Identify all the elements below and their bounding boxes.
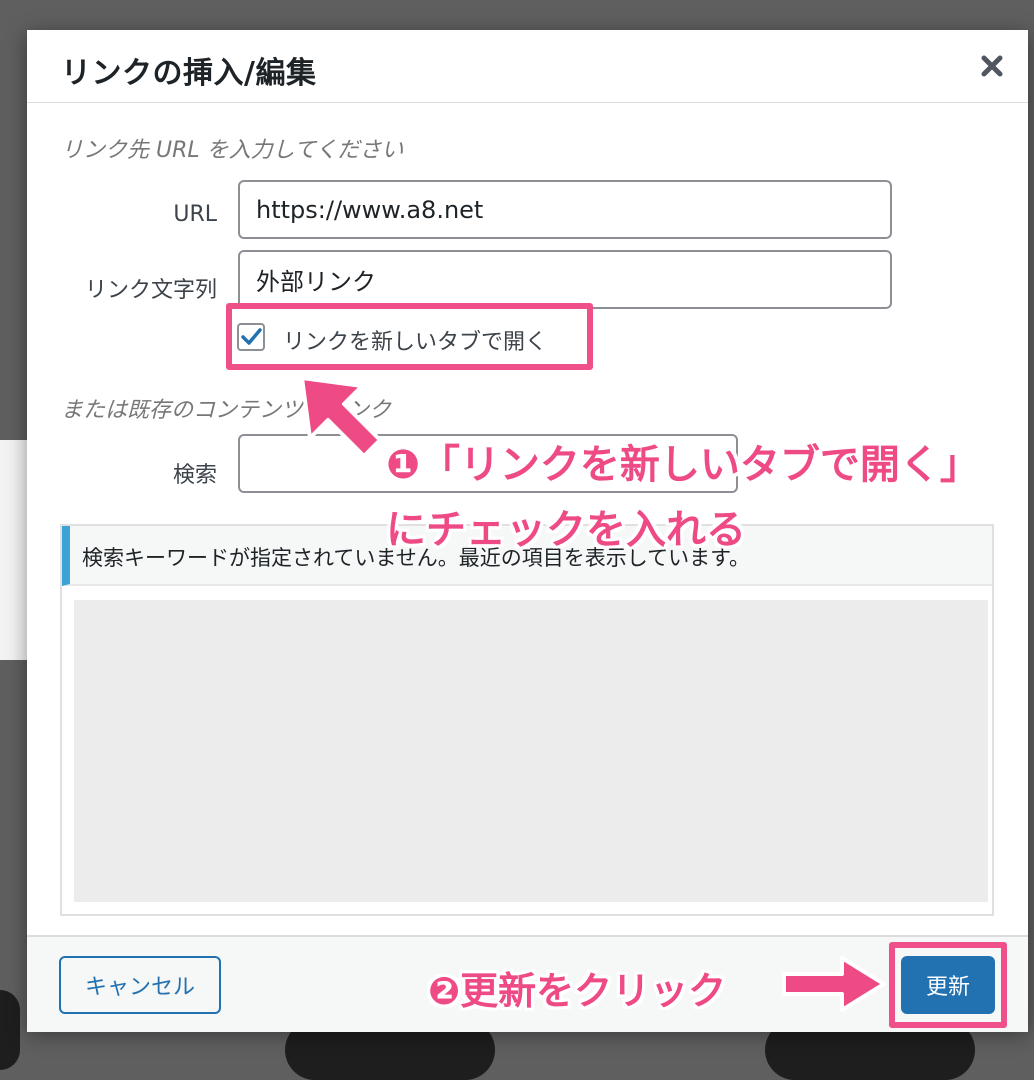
url-input-value: https://www.a8.net [256, 195, 484, 224]
link-text-input[interactable]: 外部リンク [238, 250, 892, 309]
url-section-label: リンク先 URL を入力してください [61, 138, 404, 163]
close-icon [981, 55, 1003, 77]
cancel-button[interactable]: キャンセル [59, 956, 221, 1014]
link-text-label: リンク文字列 [84, 278, 217, 303]
annotation-step1: ❶「リンクを新しいタブで開く」 [386, 442, 980, 488]
background-element [0, 990, 20, 1070]
arrow-right-icon [782, 956, 886, 1012]
results-list[interactable] [74, 600, 988, 902]
search-label: 検索 [172, 463, 217, 488]
close-button[interactable] [974, 48, 1010, 84]
background-page [0, 440, 30, 660]
annotation-step2: ❷更新をクリック [428, 969, 727, 1013]
annotation-step1-line2: にチェックを入れる [386, 507, 746, 553]
checkbox-highlight [226, 303, 593, 370]
url-label: URL [173, 202, 217, 227]
dialog-title: リンクの挿入/編集 [61, 56, 317, 91]
dialog-header: リンクの挿入/編集 [27, 30, 1028, 103]
search-results: 検索キーワードが指定されていません。最近の項目を表示しています。 [60, 524, 994, 916]
update-button-highlight [889, 942, 1007, 1028]
arrow-up-left-icon [300, 376, 382, 458]
link-text-input-value: 外部リンク [256, 268, 376, 296]
url-input[interactable]: https://www.a8.net [238, 180, 892, 239]
